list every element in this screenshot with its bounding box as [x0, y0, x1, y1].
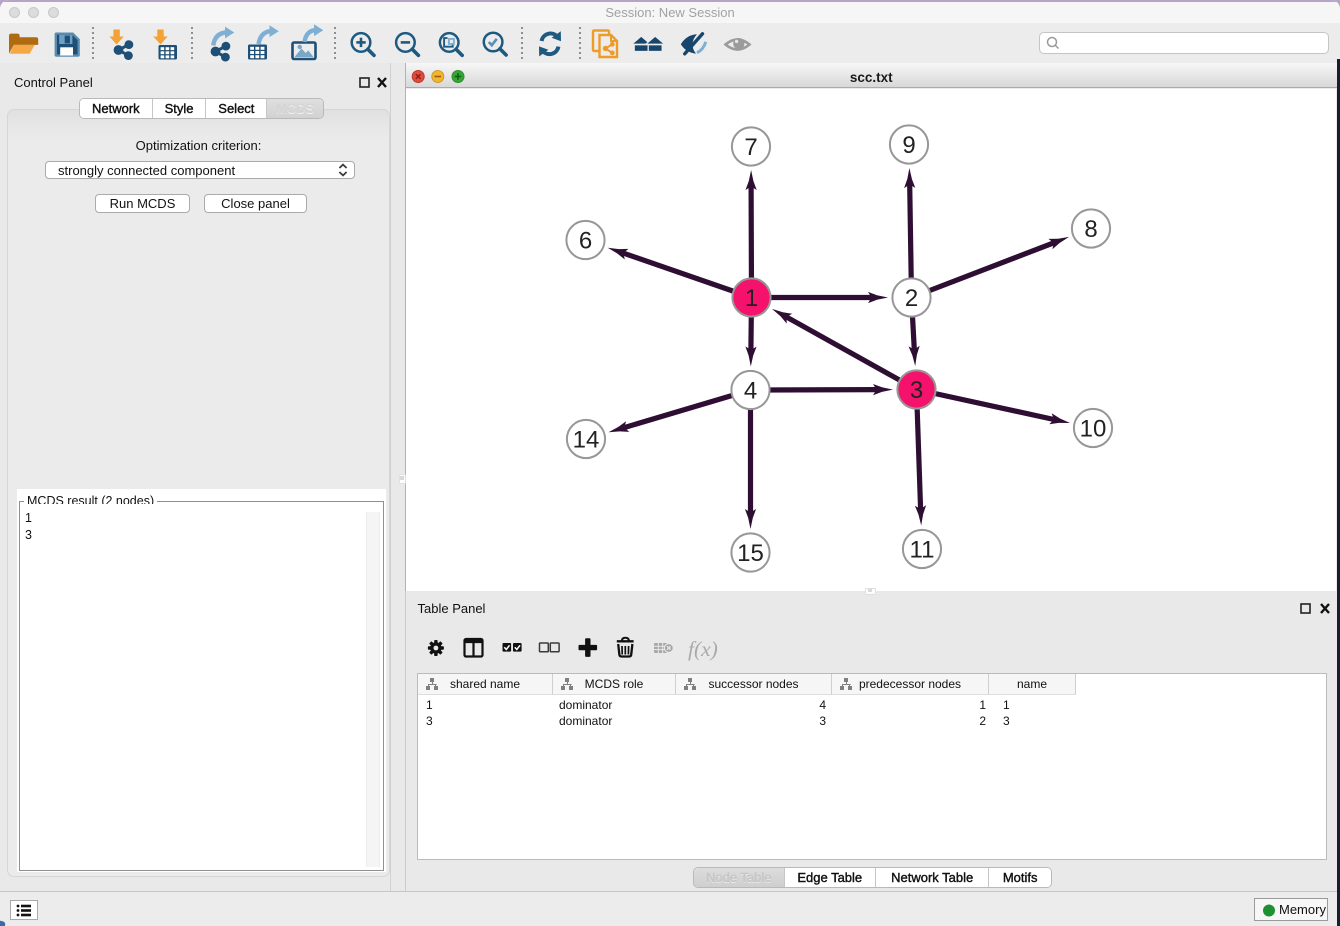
svg-text:8: 8	[1084, 216, 1097, 243]
svg-text:4: 4	[744, 378, 757, 405]
svg-text:3: 3	[910, 377, 923, 404]
svg-text:15: 15	[737, 540, 764, 567]
svg-text:1: 1	[745, 285, 758, 312]
svg-text:f(x): f(x)	[688, 637, 718, 661]
svg-text:11: 11	[910, 537, 935, 564]
svg-text:7: 7	[744, 134, 757, 161]
svg-text:9: 9	[902, 132, 915, 159]
svg-text:2: 2	[905, 285, 918, 312]
svg-text:6: 6	[579, 228, 592, 255]
svg-text:10: 10	[1080, 416, 1107, 443]
svg-text:14: 14	[573, 427, 600, 454]
